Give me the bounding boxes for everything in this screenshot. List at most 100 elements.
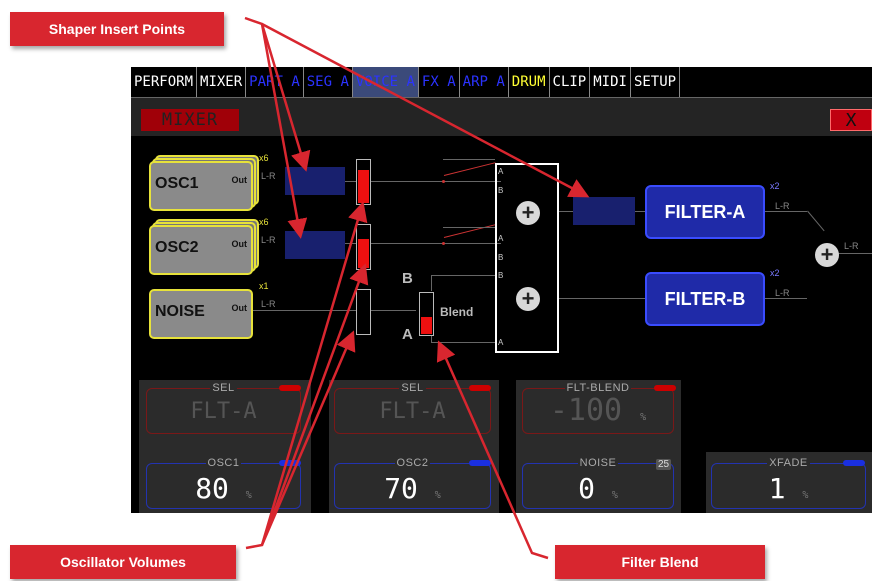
synth-screen: PERFORM MIXER PART A SEG A VOICE A FX A …: [131, 67, 872, 513]
knob-number: 0: [578, 472, 595, 505]
noise-volume-bar[interactable]: [356, 289, 371, 335]
osc1-out-label: Out: [231, 175, 248, 185]
wire: [443, 162, 496, 176]
sel-knob-2[interactable]: SEL FLT-A: [334, 382, 491, 434]
knob-caption: SEL: [210, 382, 237, 394]
wire: [807, 210, 825, 232]
knob-indicator: [279, 460, 301, 466]
osc2-label: OSC2: [155, 239, 199, 256]
tab-setup[interactable]: SETUP: [631, 67, 681, 97]
xfade-knob[interactable]: XFADE 1 %: [711, 457, 866, 509]
wire: [443, 159, 495, 160]
noise-volume-knob[interactable]: NOISE 0 %: [522, 457, 674, 509]
filter-routing-box: [495, 163, 559, 353]
wire: [431, 275, 432, 291]
switch-dot: [442, 180, 445, 183]
knob-indicator: [469, 460, 491, 466]
blend-fill: [421, 317, 432, 334]
osc2-volume-bar[interactable]: [356, 224, 371, 270]
knob-number: 1: [768, 472, 786, 505]
output-sum-icon: +: [815, 243, 839, 267]
osc1-block[interactable]: OSC1 Out: [149, 161, 253, 211]
shaper-insert-osc1[interactable]: [285, 167, 345, 195]
noise-mult: x1: [259, 281, 269, 291]
knob-caption: SEL: [399, 382, 426, 394]
knob-unit: %: [802, 490, 809, 501]
noise-lr: L-R: [261, 299, 276, 309]
volume-fill: [358, 169, 369, 203]
knob-value: 80 %: [147, 472, 300, 505]
filter-blend-bar[interactable]: [419, 292, 434, 336]
tab-midi[interactable]: MIDI: [590, 67, 631, 97]
shaper-insert-osc2[interactable]: [285, 231, 345, 259]
volume-fill: [358, 239, 369, 268]
title-bar: MIXER X: [131, 98, 872, 136]
noise-block[interactable]: NOISE Out: [149, 289, 253, 339]
osc1-mult: x6: [259, 153, 269, 163]
noise-badge: 25: [656, 459, 672, 470]
wire: [836, 253, 872, 254]
osc2-volume-knob[interactable]: OSC2 70 %: [334, 457, 491, 509]
tab-bar: PERFORM MIXER PART A SEG A VOICE A FX A …: [131, 67, 872, 98]
blend-b-label: B: [402, 270, 413, 287]
knob-value: 0 %: [523, 472, 673, 505]
knob-indicator: [469, 385, 491, 391]
filter-a-mult: x2: [770, 181, 780, 191]
knob-unit: %: [611, 490, 618, 501]
knob-caption: OSC2: [394, 457, 431, 469]
knob-number: 80: [195, 472, 229, 505]
knob-unit: %: [245, 490, 252, 501]
sel-knob-1[interactable]: SEL FLT-A: [146, 382, 301, 434]
shaper-insert-filter[interactable]: [573, 197, 635, 225]
callout-oscillator-volumes: Oscillator Volumes: [10, 545, 236, 579]
knob-caption: NOISE: [577, 457, 619, 469]
wire: [431, 275, 495, 276]
filter-b-mult: x2: [770, 268, 780, 278]
knob-value: 1 %: [712, 472, 865, 505]
knob-unit: %: [434, 490, 441, 501]
sum-b-icon: +: [516, 287, 540, 311]
knob-caption: XFADE: [767, 457, 810, 469]
knob-unit: %: [640, 412, 647, 423]
knob-value: FLT-A: [190, 399, 257, 424]
tab-arp-a[interactable]: ARP A: [460, 67, 509, 97]
tab-mixer[interactable]: MIXER: [197, 67, 247, 97]
tab-drum[interactable]: DRUM: [509, 67, 550, 97]
filter-a-block[interactable]: FILTER-A: [645, 185, 765, 239]
tab-voice-a[interactable]: VOICE A: [352, 67, 419, 97]
knob-value: FLT-A: [379, 399, 446, 424]
wire: [765, 211, 807, 212]
port-a-label: A: [498, 167, 504, 176]
blend-label: Blend: [440, 305, 474, 319]
tab-fx-a[interactable]: FX A: [419, 67, 460, 97]
close-button[interactable]: X: [830, 109, 872, 131]
osc2-mult: x6: [259, 217, 269, 227]
knob-number: -100: [549, 393, 623, 428]
port-b-label: B: [498, 271, 504, 280]
port-a-label: A: [498, 338, 504, 347]
noise-out-label: Out: [231, 303, 248, 313]
port-a-label: A: [498, 234, 504, 243]
output-lr: L-R: [844, 241, 859, 251]
wire: [559, 298, 645, 299]
switch-dot: [442, 242, 445, 245]
osc1-volume-knob[interactable]: OSC1 80 %: [146, 457, 301, 509]
filter-a-lr: L-R: [775, 201, 790, 211]
knob-indicator: [279, 385, 301, 391]
filter-b-block[interactable]: FILTER-B: [645, 272, 765, 326]
tab-clip[interactable]: CLIP: [550, 67, 591, 97]
knob-value: -100 %: [523, 393, 673, 428]
osc2-block[interactable]: OSC2 Out: [149, 225, 253, 275]
wire: [251, 310, 416, 311]
tab-seg-a[interactable]: SEG A: [304, 67, 353, 97]
osc1-volume-bar[interactable]: [356, 159, 371, 205]
wire: [765, 298, 807, 299]
knob-number: 70: [384, 472, 418, 505]
knob-indicator: [843, 460, 865, 466]
tab-part-a[interactable]: PART A: [246, 67, 304, 97]
sum-a-icon: +: [516, 201, 540, 225]
flt-blend-knob[interactable]: FLT-BLEND -100 %: [522, 382, 674, 434]
osc1-label: OSC1: [155, 175, 199, 192]
callout-shaper-insert-points: Shaper Insert Points: [10, 12, 224, 46]
tab-perform[interactable]: PERFORM: [131, 67, 198, 97]
